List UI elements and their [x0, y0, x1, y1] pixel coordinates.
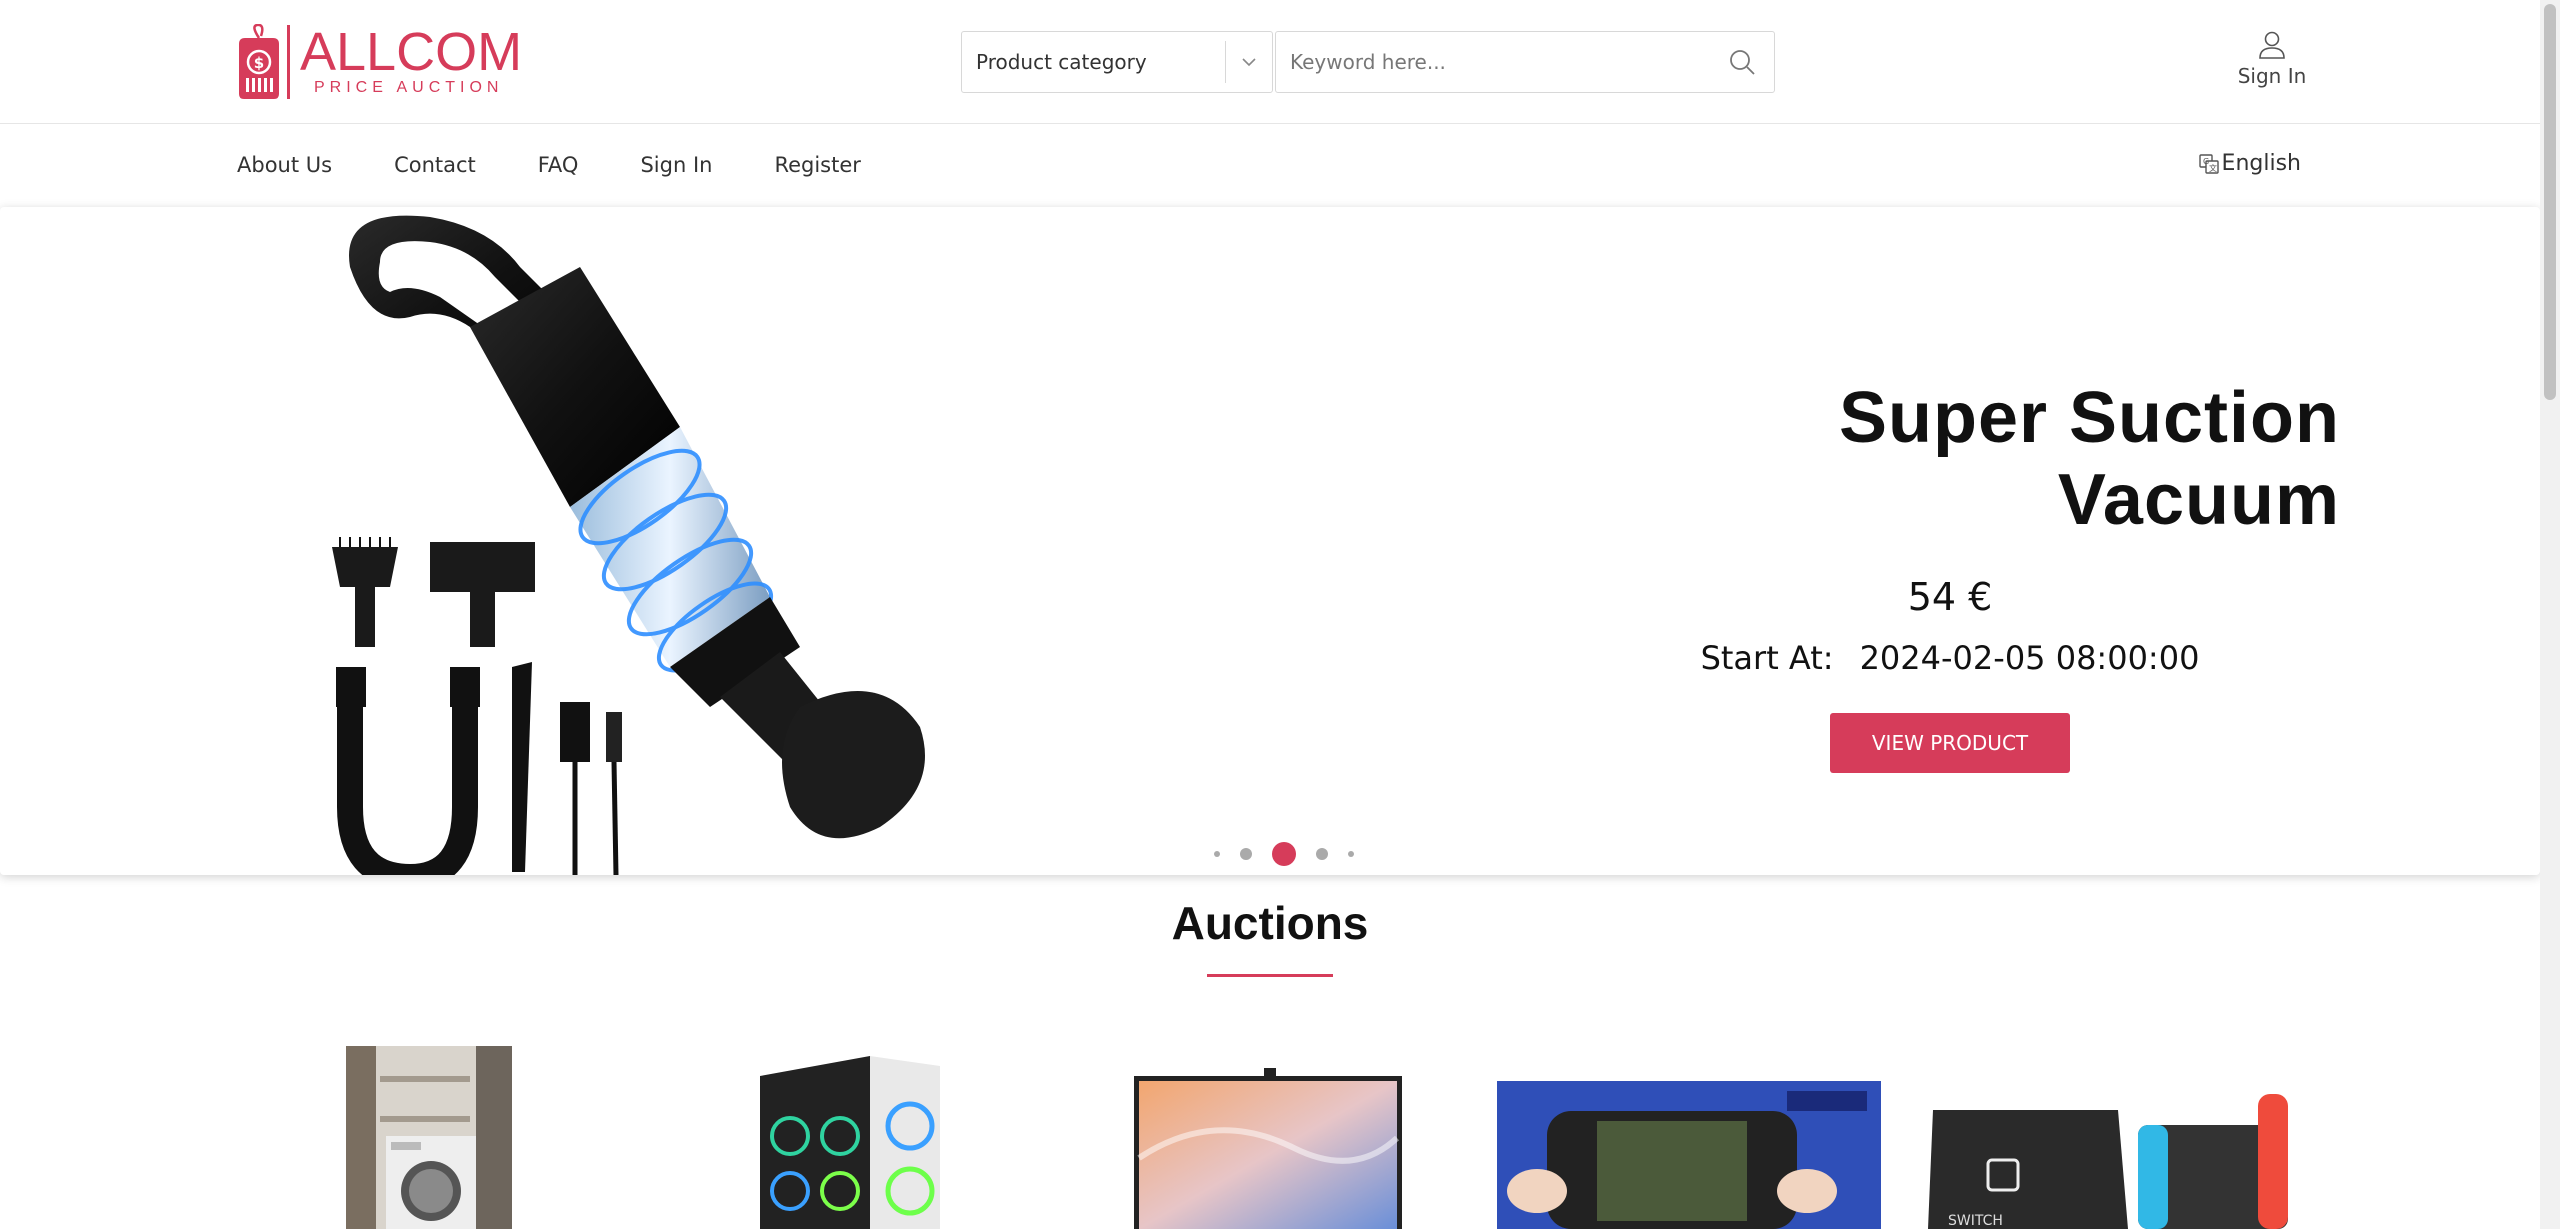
auction-item-washing-machine[interactable] [346, 1046, 512, 1229]
header-signin-label: Sign In [2237, 64, 2307, 88]
product-category-select[interactable]: Product category [961, 31, 1273, 93]
main-nav: About Us Contact FAQ Sign In Register G … [0, 125, 2540, 207]
slider-dot-3[interactable] [1272, 842, 1296, 866]
handheld-console-image [1497, 1081, 1881, 1229]
nintendo-switch-image: SWITCH [1928, 1090, 2298, 1229]
nav-link-faq[interactable]: FAQ [538, 153, 579, 177]
search-bar: Product category [961, 31, 1775, 93]
slider-dot-5[interactable] [1348, 851, 1354, 857]
nav-link-about-us[interactable]: About Us [237, 153, 332, 177]
nav-link-contact[interactable]: Contact [394, 153, 476, 177]
hero-price: 54 € [1907, 575, 1993, 619]
svg-text:SWITCH: SWITCH [1948, 1213, 2003, 1229]
view-product-button[interactable]: VIEW PRODUCT [1830, 713, 2070, 773]
nav-link-register[interactable]: Register [774, 153, 860, 177]
auction-item-handheld-console[interactable] [1497, 1081, 1881, 1229]
price-tag-icon: $ [239, 24, 279, 99]
keyword-field [1275, 31, 1775, 93]
auction-item-monitor[interactable] [1134, 1068, 1402, 1229]
hero-slider: Super Suction Vacuum 54 € Start At: 2024… [0, 207, 2540, 875]
search-icon[interactable] [1710, 32, 1774, 92]
svg-text:文: 文 [2209, 163, 2217, 173]
keyword-input[interactable] [1276, 32, 1710, 92]
auction-item-gaming-pc[interactable] [740, 1046, 952, 1229]
page-scrollbar[interactable] [2540, 0, 2560, 1229]
auctions-underline [1207, 974, 1333, 977]
auction-item-nintendo-switch[interactable]: SWITCH [1928, 1090, 2298, 1229]
monitor-image [1134, 1068, 1402, 1229]
gaming-pc-image [740, 1046, 952, 1229]
washing-machine-image [346, 1046, 512, 1229]
auctions-title: Auctions [1171, 897, 1369, 949]
svg-text:$: $ [254, 54, 264, 72]
hero-start-value: 2024-02-05 08:00:00 [1859, 639, 2200, 677]
nav-links: About Us Contact FAQ Sign In Register [237, 153, 923, 177]
hero-title: Super Suction Vacuum [1838, 378, 2340, 540]
logo-title: ALLCOM [300, 22, 523, 82]
slider-dot-4[interactable] [1316, 848, 1328, 860]
slider-dot-1[interactable] [1214, 851, 1220, 857]
hero-start-label: Start At: [1700, 639, 1834, 677]
logo-text: ALLCOM PRICE AUCTION [300, 22, 523, 98]
language-selector[interactable]: G 文 English [2198, 151, 2301, 176]
logo-divider [287, 25, 290, 99]
site-header: $ ALLCOM PRICE AUCTION Product category [0, 0, 2540, 124]
header-signin-button[interactable]: Sign In [2224, 30, 2320, 88]
slider-dots [1204, 842, 1364, 866]
hero-text: Super Suction Vacuum 54 € Start At: 2024… [1560, 377, 2340, 773]
site-logo[interactable]: $ ALLCOM PRICE AUCTION [237, 24, 522, 100]
logo-subtitle: PRICE AUCTION [314, 79, 504, 96]
language-label: English [2221, 151, 2301, 176]
nav-link-sign-in[interactable]: Sign In [640, 153, 712, 177]
vacuum-product-image [332, 215, 925, 875]
product-category-label: Product category [976, 50, 1147, 74]
chevron-down-icon[interactable] [1226, 32, 1272, 92]
user-icon [2259, 31, 2285, 59]
translate-icon: G 文 [2198, 153, 2219, 174]
scrollbar-thumb[interactable] [2544, 4, 2556, 400]
slider-dot-2[interactable] [1240, 848, 1252, 860]
hero-start: Start At: 2024-02-05 08:00:00 [1560, 639, 2340, 677]
